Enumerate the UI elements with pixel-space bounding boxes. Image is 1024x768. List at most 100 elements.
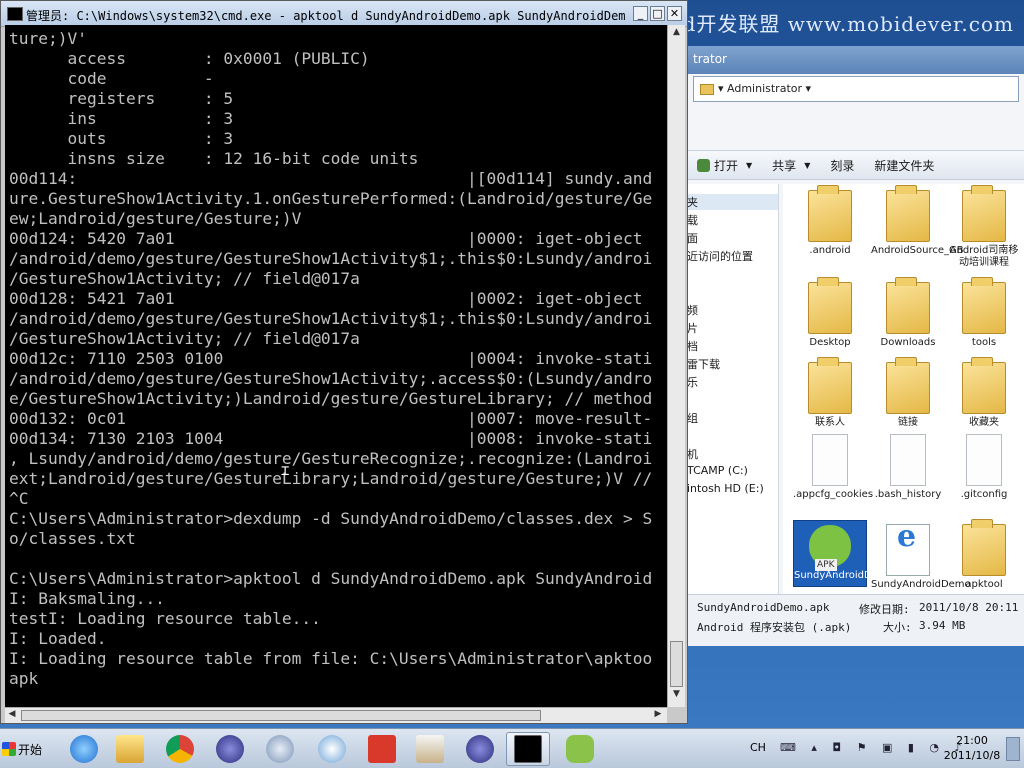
nav-item[interactable]: 片 bbox=[687, 320, 698, 336]
taskbar-mail[interactable] bbox=[360, 732, 404, 766]
cmd-titlebar[interactable]: 管理员: C:\Windows\system32\cmd.exe - apkto… bbox=[1, 1, 687, 27]
folder-icon bbox=[886, 277, 930, 334]
taskbar-magnifier[interactable] bbox=[258, 732, 302, 766]
vertical-scrollbar[interactable]: ▲ ▼ bbox=[667, 25, 685, 707]
ie-shortcut-icon bbox=[886, 524, 930, 576]
console-output[interactable]: ture;)V' access : 0x0001 (PUBLIC) code -… bbox=[5, 25, 667, 707]
file-item[interactable]: .bash_history bbox=[871, 434, 945, 501]
detail-modified-label: 修改日期: bbox=[859, 603, 910, 616]
navigation-pane: 夹 载 面 近访问的位置 频 片 档 雷下载 乐 组 机 TCAMP (C:) … bbox=[687, 184, 779, 636]
folder-icon bbox=[962, 277, 1006, 334]
new-folder-button[interactable]: 新建文件夹 bbox=[864, 157, 944, 174]
close-button[interactable]: ✕ bbox=[667, 6, 682, 21]
taskbar-java[interactable] bbox=[408, 732, 452, 766]
taskbar-satellite[interactable] bbox=[310, 732, 354, 766]
share-button[interactable]: 共享 ▼ bbox=[762, 157, 820, 174]
taskbar-explorer[interactable] bbox=[108, 732, 152, 766]
nav-item[interactable]: 载 bbox=[687, 212, 698, 228]
clock-date: 2011/10/8 bbox=[943, 749, 1001, 762]
mail-icon bbox=[368, 735, 396, 763]
nav-item[interactable]: intosh HD (E:) bbox=[687, 482, 764, 495]
start-button[interactable]: 开始 bbox=[2, 735, 50, 763]
detail-modified-value: 2011/10/8 20:11 bbox=[919, 601, 1019, 614]
open-icon bbox=[697, 158, 710, 172]
file-item[interactable]: AndroidSource_GB bbox=[871, 185, 964, 257]
folder-icon bbox=[808, 277, 852, 334]
system-tray: CH ⌨ ▴ ◘ ⚑ ▣ ▮ ◔ ♪ 21:00 2011/10/8 bbox=[744, 729, 1024, 768]
detail-size-label: 大小: bbox=[883, 621, 912, 634]
file-item[interactable]: Desktop bbox=[793, 277, 867, 349]
taskbar-eclipse2[interactable] bbox=[458, 732, 502, 766]
nav-item[interactable]: 近访问的位置 bbox=[687, 248, 753, 264]
nav-item[interactable]: 雷下载 bbox=[687, 356, 720, 372]
taskbar-ie[interactable] bbox=[62, 732, 106, 766]
file-item[interactable]: .android bbox=[793, 185, 867, 257]
ie-icon bbox=[70, 735, 98, 763]
chrome-icon bbox=[166, 735, 194, 763]
eclipse2-icon bbox=[466, 735, 494, 763]
taskbar-eclipse[interactable] bbox=[208, 732, 252, 766]
cmd-icon bbox=[7, 7, 23, 21]
folder-icon bbox=[700, 83, 714, 95]
explorer-titlebar[interactable]: trator bbox=[687, 46, 1024, 74]
nav-item[interactable]: 面 bbox=[687, 230, 698, 246]
nav-item[interactable]: TCAMP (C:) bbox=[687, 464, 748, 477]
file-item[interactable]: Downloads bbox=[871, 277, 945, 349]
java-icon bbox=[416, 735, 444, 763]
explorer-window[interactable]: trator ▾ Administrator ▾ 打开 ▼ 共享 ▼ 刻录 新建文件… bbox=[686, 46, 1024, 646]
nav-item[interactable]: 组 bbox=[687, 410, 698, 426]
address-text: ▾ Administrator ▾ bbox=[718, 82, 812, 95]
file-list: .android AndroidSource_GB Android司南移动培训课… bbox=[783, 184, 1024, 636]
file-icon bbox=[812, 434, 848, 486]
open-button[interactable]: 打开 ▼ bbox=[687, 157, 762, 174]
address-bar[interactable]: ▾ Administrator ▾ bbox=[693, 76, 1019, 102]
scroll-thumb[interactable] bbox=[670, 641, 683, 687]
scroll-thumb-horizontal[interactable] bbox=[21, 710, 541, 721]
folder-icon bbox=[962, 185, 1006, 242]
file-item[interactable]: SundyAndroidDemo bbox=[871, 524, 971, 591]
file-icon bbox=[966, 434, 1002, 486]
file-item[interactable]: Android司南移动培训课程 bbox=[947, 185, 1021, 269]
folder-icon bbox=[886, 185, 930, 242]
nav-item[interactable]: 档 bbox=[687, 338, 698, 354]
file-item[interactable]: tools bbox=[947, 277, 1021, 349]
satellite-icon bbox=[318, 735, 346, 763]
scroll-down-icon[interactable]: ▼ bbox=[670, 689, 683, 703]
detail-size-value: 3.94 MB bbox=[919, 619, 966, 632]
horizontal-scrollbar[interactable]: ◀ ▶ bbox=[5, 707, 667, 723]
cmd-window[interactable]: 管理员: C:\Windows\system32\cmd.exe - apkto… bbox=[0, 0, 688, 724]
minimize-button[interactable]: _ bbox=[633, 6, 648, 21]
clock[interactable]: 21:00 2011/10/8 bbox=[940, 733, 1004, 763]
nav-selection bbox=[687, 194, 778, 210]
chevron-down-icon: ▼ bbox=[746, 160, 753, 170]
nav-item[interactable]: 乐 bbox=[687, 374, 698, 390]
taskbar-cmd[interactable] bbox=[506, 732, 550, 766]
maximize-button[interactable]: □ bbox=[650, 6, 665, 21]
burn-button[interactable]: 刻录 bbox=[820, 157, 864, 174]
favorites-folder-icon bbox=[962, 357, 1006, 414]
clock-time: 21:00 bbox=[956, 734, 988, 747]
explorer-icon bbox=[116, 735, 144, 763]
scroll-left-icon[interactable]: ◀ bbox=[5, 709, 19, 722]
links-folder-icon bbox=[886, 357, 930, 414]
console-text: ture;)V' access : 0x0001 (PUBLIC) code -… bbox=[9, 29, 653, 688]
show-desktop-button[interactable] bbox=[1006, 737, 1020, 761]
file-item-selected[interactable]: APK SundyAndroidDemo.apk bbox=[793, 520, 915, 587]
nav-item[interactable]: 频 bbox=[687, 302, 698, 318]
details-pane: SundyAndroidDemo.apk 修改日期: 2011/10/8 20:… bbox=[687, 594, 1024, 646]
scroll-right-icon[interactable]: ▶ bbox=[651, 709, 665, 722]
taskbar-android[interactable] bbox=[558, 732, 602, 766]
file-item[interactable]: apktool bbox=[947, 519, 1021, 591]
language-indicator[interactable]: CH bbox=[750, 741, 766, 754]
file-item[interactable]: 链接 bbox=[871, 357, 945, 429]
file-item[interactable]: 收藏夹 bbox=[947, 357, 1021, 429]
nav-item[interactable]: 机 bbox=[687, 446, 698, 462]
file-item[interactable]: .appcfg_cookies bbox=[793, 434, 873, 501]
cmd-title: 管理员: C:\Windows\system32\cmd.exe - apkto… bbox=[26, 9, 626, 23]
file-item[interactable]: 联系人 bbox=[793, 357, 867, 429]
taskbar-chrome[interactable] bbox=[158, 732, 202, 766]
scroll-up-icon[interactable]: ▲ bbox=[670, 27, 683, 41]
nav-item[interactable]: 夹 bbox=[687, 194, 698, 210]
file-item[interactable]: .gitconfig bbox=[947, 434, 1021, 501]
file-icon bbox=[890, 434, 926, 486]
